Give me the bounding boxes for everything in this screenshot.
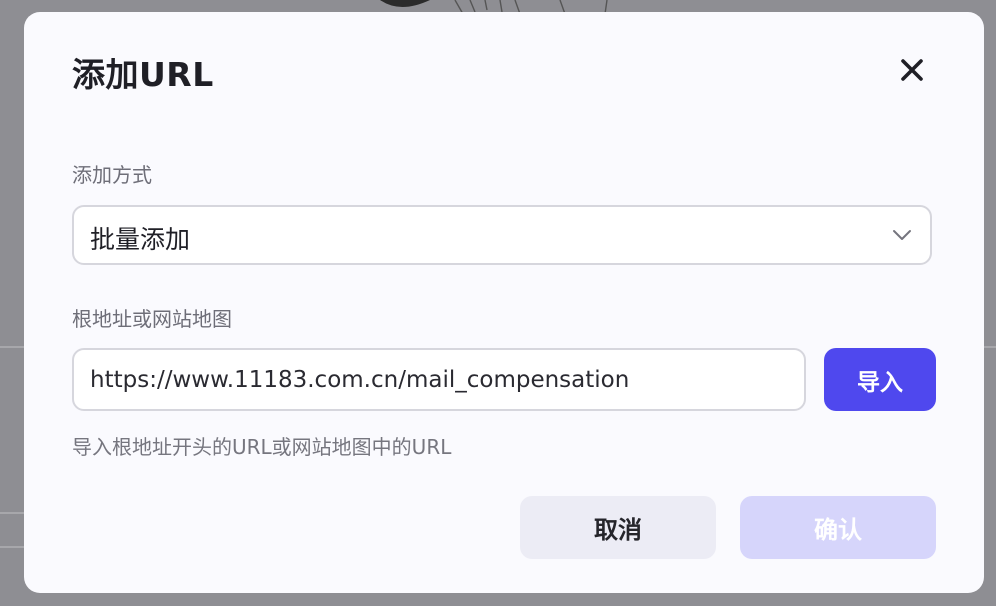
add-method-select[interactable]: 批量添加 <box>72 205 932 265</box>
chevron-down-icon <box>893 230 911 240</box>
add-method-label: 添加方式 <box>72 163 152 187</box>
background-divider <box>984 346 996 348</box>
background-divider <box>0 512 24 514</box>
add-method-selected-value: 批量添加 <box>90 225 191 254</box>
background-divider <box>0 346 24 348</box>
import-hint: 导入根地址开头的URL或网站地图中的URL <box>72 435 452 459</box>
background-divider <box>0 546 24 548</box>
url-input[interactable] <box>72 348 806 411</box>
dialog-title: 添加URL <box>72 55 214 94</box>
close-button[interactable] <box>896 54 928 86</box>
add-url-dialog: 添加URL 添加方式 批量添加 根地址或网站地图 导入 导入根地址开头的URL或… <box>24 12 984 593</box>
import-button[interactable]: 导入 <box>824 348 936 411</box>
confirm-button[interactable]: 确认 <box>740 496 936 559</box>
close-icon <box>901 59 923 81</box>
url-source-label: 根地址或网站地图 <box>72 307 232 331</box>
cancel-button[interactable]: 取消 <box>520 496 716 559</box>
